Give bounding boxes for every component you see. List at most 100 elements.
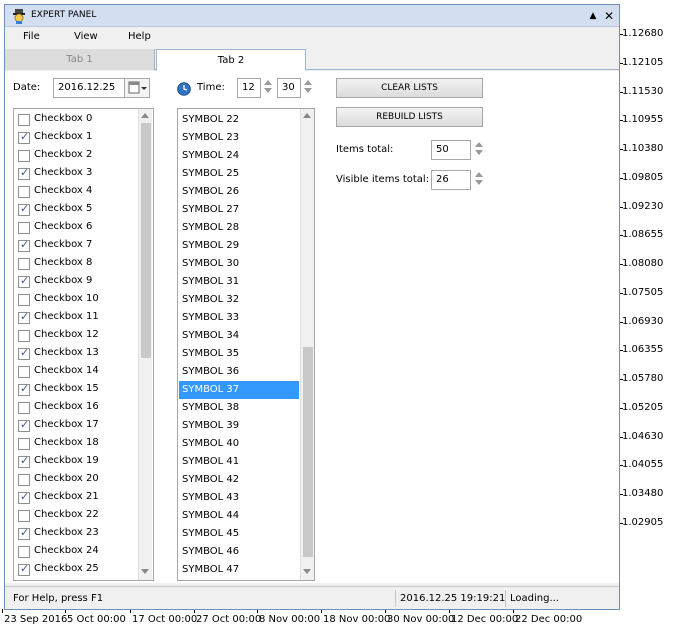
- checkbox-checked[interactable]: ✓: [18, 238, 30, 252]
- checkbox-unchecked[interactable]: [18, 474, 30, 486]
- spin-down-icon[interactable]: [304, 88, 312, 93]
- symbol-list-item[interactable]: SYMBOL 47: [179, 561, 299, 579]
- checkbox-unchecked[interactable]: [18, 546, 30, 558]
- calendar-dropdown-button[interactable]: [124, 78, 150, 98]
- checkbox-unchecked[interactable]: [18, 330, 30, 342]
- scroll-down-icon[interactable]: [303, 569, 311, 574]
- scroll-thumb[interactable]: [303, 347, 313, 557]
- symbol-list-item[interactable]: SYMBOL 46: [179, 543, 299, 561]
- symbol-list-item[interactable]: SYMBOL 43: [179, 489, 299, 507]
- checkbox-list-scrollbar[interactable]: [138, 109, 152, 580]
- expert-icon: [13, 9, 25, 24]
- visible-items-total-spinner[interactable]: [474, 171, 484, 189]
- symbol-list-item[interactable]: SYMBOL 36: [179, 363, 299, 381]
- checkbox-unchecked[interactable]: [18, 366, 30, 378]
- symbol-list-item[interactable]: SYMBOL 33: [179, 309, 299, 327]
- checkbox-unchecked[interactable]: [18, 402, 30, 414]
- hour-spinner[interactable]: [263, 79, 273, 97]
- tab-2[interactable]: Tab 2: [156, 49, 306, 71]
- menu-file[interactable]: File: [23, 31, 40, 42]
- checkbox-checked[interactable]: ✓: [18, 130, 30, 144]
- visible-items-total-label: Visible items total:: [336, 174, 430, 185]
- checkbox-unchecked[interactable]: [18, 114, 30, 126]
- time-label: 17 Oct 00:00: [132, 614, 198, 625]
- spin-up-icon[interactable]: [304, 80, 312, 85]
- symbol-list-item[interactable]: SYMBOL 23: [179, 129, 299, 147]
- tab-strip: Tab 1 Tab 2: [5, 49, 619, 71]
- title-bar[interactable]: EXPERT PANEL ▲ ✕: [5, 5, 619, 27]
- symbol-list-item[interactable]: SYMBOL 26: [179, 183, 299, 201]
- symbol-list-item[interactable]: SYMBOL 24: [179, 147, 299, 165]
- checkmark-icon: ✓: [20, 526, 30, 539]
- checkmark-icon: ✓: [20, 346, 30, 359]
- checkbox-unchecked[interactable]: [18, 510, 30, 522]
- close-icon[interactable]: ✕: [601, 8, 617, 24]
- symbol-list-item[interactable]: SYMBOL 27: [179, 201, 299, 219]
- price-label: 1.02905: [622, 516, 664, 528]
- spin-up-icon[interactable]: [475, 142, 483, 147]
- checkbox-label: Checkbox 8: [34, 257, 93, 268]
- checkbox-checked[interactable]: ✓: [18, 346, 30, 360]
- spin-up-icon[interactable]: [475, 172, 483, 177]
- minute-spinner[interactable]: [303, 79, 313, 97]
- symbol-list-item[interactable]: SYMBOL 35: [179, 345, 299, 363]
- symbol-list-item[interactable]: SYMBOL 28: [179, 219, 299, 237]
- symbol-list-item[interactable]: SYMBOL 32: [179, 291, 299, 309]
- scroll-up-icon[interactable]: [141, 113, 149, 118]
- checkbox-unchecked[interactable]: [18, 186, 30, 198]
- symbol-list-item[interactable]: SYMBOL 41: [179, 453, 299, 471]
- checkbox-checked[interactable]: ✓: [18, 274, 30, 288]
- spin-down-icon[interactable]: [475, 180, 483, 185]
- menu-help[interactable]: Help: [128, 31, 151, 42]
- rebuild-lists-button[interactable]: REBUILD LISTS: [336, 107, 483, 127]
- symbol-list-item[interactable]: SYMBOL 37: [179, 381, 299, 399]
- tab-1[interactable]: Tab 1: [5, 49, 155, 70]
- symbol-list-item[interactable]: SYMBOL 25: [179, 165, 299, 183]
- hour-field[interactable]: 12: [237, 78, 261, 98]
- items-total-field[interactable]: 50: [431, 140, 471, 160]
- symbol-list-item[interactable]: SYMBOL 31: [179, 273, 299, 291]
- symbol-list-item[interactable]: SYMBOL 40: [179, 435, 299, 453]
- checkbox-checked[interactable]: ✓: [18, 166, 30, 180]
- checkbox-checked[interactable]: ✓: [18, 526, 30, 540]
- spin-down-icon[interactable]: [475, 150, 483, 155]
- symbol-list-item[interactable]: SYMBOL 45: [179, 525, 299, 543]
- symbol-list-item[interactable]: SYMBOL 30: [179, 255, 299, 273]
- spin-down-icon[interactable]: [264, 88, 272, 93]
- symbol-list-item[interactable]: SYMBOL 22: [179, 111, 299, 129]
- checkbox-unchecked[interactable]: [18, 258, 30, 270]
- symbol-list-item[interactable]: SYMBOL 29: [179, 237, 299, 255]
- items-total-spinner[interactable]: [474, 141, 484, 159]
- spin-up-icon[interactable]: [264, 80, 272, 85]
- scroll-thumb[interactable]: [141, 123, 151, 358]
- checkbox-checked[interactable]: ✓: [18, 382, 30, 396]
- scroll-up-icon[interactable]: [303, 113, 311, 118]
- minimize-icon[interactable]: ▲: [585, 8, 601, 24]
- visible-items-total-field[interactable]: 26: [431, 170, 471, 190]
- checkbox-checked[interactable]: ✓: [18, 490, 30, 504]
- checkbox-label: Checkbox 20: [34, 473, 99, 484]
- symbol-list-item[interactable]: SYMBOL 34: [179, 327, 299, 345]
- checkbox-unchecked[interactable]: [18, 222, 30, 234]
- symbol-list-item[interactable]: SYMBOL 42: [179, 471, 299, 489]
- checkbox-checked[interactable]: ✓: [18, 562, 30, 576]
- checkbox-checked[interactable]: ✓: [18, 454, 30, 468]
- scroll-down-icon[interactable]: [141, 569, 149, 574]
- checkbox-checked[interactable]: ✓: [18, 202, 30, 216]
- date-field[interactable]: 2016.12.25: [53, 78, 125, 98]
- minute-field[interactable]: 30: [277, 78, 301, 98]
- checkbox-unchecked[interactable]: [18, 150, 30, 162]
- menu-view[interactable]: View: [74, 31, 98, 42]
- checkbox-unchecked[interactable]: [18, 294, 30, 306]
- symbol-list-item[interactable]: SYMBOL 38: [179, 399, 299, 417]
- price-label: 1.08655: [622, 229, 664, 241]
- checkmark-icon: ✓: [20, 454, 30, 467]
- symbol-list-item[interactable]: SYMBOL 44: [179, 507, 299, 525]
- checkbox-unchecked[interactable]: [18, 438, 30, 450]
- checkbox-checked[interactable]: ✓: [18, 310, 30, 324]
- symbol-list-item[interactable]: SYMBOL 39: [179, 417, 299, 435]
- clear-lists-button[interactable]: CLEAR LISTS: [336, 78, 483, 98]
- checkmark-icon: ✓: [20, 202, 30, 215]
- checkbox-checked[interactable]: ✓: [18, 418, 30, 432]
- symbol-list-scrollbar[interactable]: [300, 109, 314, 580]
